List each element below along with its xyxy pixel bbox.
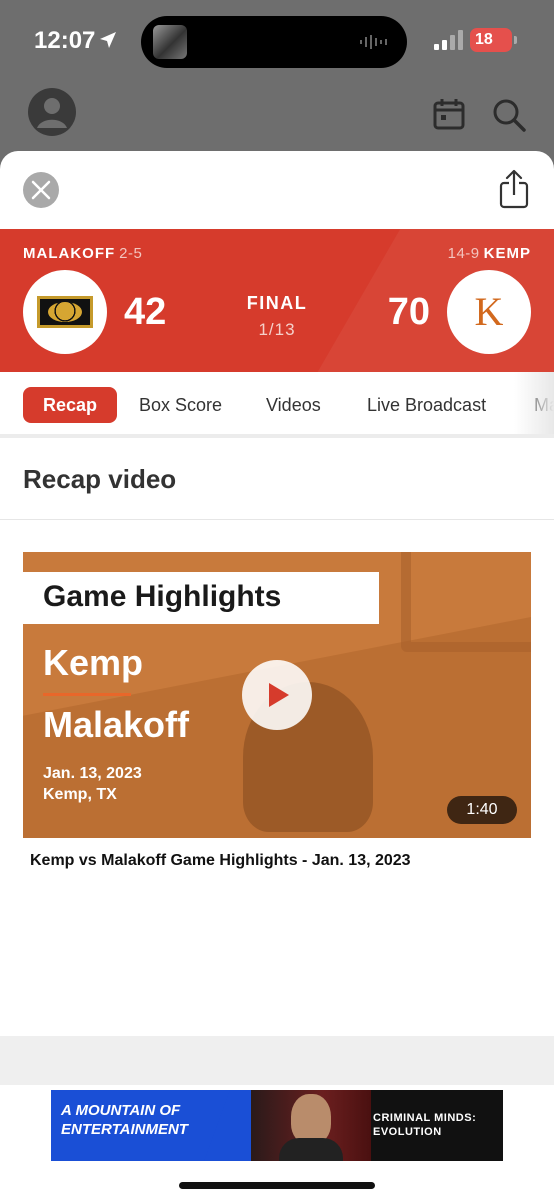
calendar-icon[interactable] <box>433 98 465 130</box>
battery-level: 18 <box>475 31 493 48</box>
play-icon <box>269 683 289 707</box>
now-playing-artwork <box>153 25 187 59</box>
tab-videos[interactable]: Videos <box>266 387 321 423</box>
home-team-label: KEMP <box>483 245 531 262</box>
thumbnail-decoration <box>401 552 531 652</box>
dynamic-island <box>141 16 407 68</box>
ad-person-body <box>279 1138 343 1161</box>
game-detail-sheet: MALAKOFF 2-5 14-9 KEMP 42 FINAL 1/13 70 K … <box>0 151 554 1200</box>
play-button[interactable] <box>242 660 312 730</box>
audio-wave-icon <box>360 35 387 49</box>
thumbnail-team1: Kemp <box>43 642 144 683</box>
score-banner: MALAKOFF 2-5 14-9 KEMP 42 FINAL 1/13 70 K <box>0 229 554 372</box>
search-icon[interactable] <box>492 98 526 132</box>
thumbnail-divider <box>43 693 131 696</box>
ad-banner[interactable]: A MOUNTAIN OF ENTERTAINMENT CRIMINAL MIN… <box>51 1090 503 1161</box>
ad-text-line4: EVOLUTION <box>373 1126 442 1138</box>
tab-live-broadcast[interactable]: Live Broadcast <box>367 387 486 423</box>
home-indicator[interactable] <box>179 1182 375 1189</box>
signal-icon <box>434 30 463 50</box>
thumbnail-date: Jan. 13, 2023 <box>43 765 142 782</box>
thumbnail-place: Kemp, TX <box>43 786 117 803</box>
section-title: Recap video <box>0 438 554 520</box>
close-button[interactable] <box>23 172 59 208</box>
thumbnail-team2: Malakoff <box>43 704 190 745</box>
video-title[interactable]: Kemp vs Malakoff Game Highlights - Jan. … <box>30 852 411 870</box>
ad-text-line1: A MOUNTAIN OF <box>61 1102 181 1119</box>
video-thumbnail[interactable]: Game Highlights Kemp Malakoff Jan. 13, 2… <box>23 552 531 838</box>
share-icon[interactable] <box>496 169 532 209</box>
close-icon <box>31 180 51 200</box>
tab-box-score[interactable]: Box Score <box>139 387 222 423</box>
home-team-logo[interactable]: K <box>447 270 531 354</box>
tab-bar: Recap Box Score Videos Live Broadcast Ma <box>0 372 554 438</box>
tab-recap[interactable]: Recap <box>23 387 118 423</box>
highlights-banner-text: Game Highlights <box>43 580 282 613</box>
ad-text-line2: ENTERTAINMENT <box>61 1121 188 1138</box>
away-team-label: MALAKOFF <box>23 245 116 262</box>
away-team-record: 2-5 <box>119 245 143 262</box>
away-team-name: MALAKOFF 2-5 <box>23 245 142 262</box>
home-score: 70 <box>387 291 430 333</box>
status-bar: 12:07 18 <box>0 0 554 84</box>
ad-text-line3: CRIMINAL MINDS: <box>373 1112 477 1124</box>
app-header <box>0 84 554 154</box>
home-team-name: 14-9 KEMP <box>448 245 531 262</box>
battery-charging-icon: 18 <box>470 28 517 52</box>
k-logo-icon: K <box>474 289 504 334</box>
video-duration: 1:40 <box>447 796 517 824</box>
tabs-fade <box>514 372 554 434</box>
ad-separator <box>0 1036 554 1085</box>
sheet-toolbar <box>0 151 554 229</box>
location-arrow-icon <box>100 32 116 48</box>
ad-person-face <box>291 1094 331 1144</box>
status-time: 12:07 <box>34 27 96 54</box>
home-team-record: 14-9 <box>447 245 480 262</box>
avatar-icon[interactable] <box>28 88 76 136</box>
